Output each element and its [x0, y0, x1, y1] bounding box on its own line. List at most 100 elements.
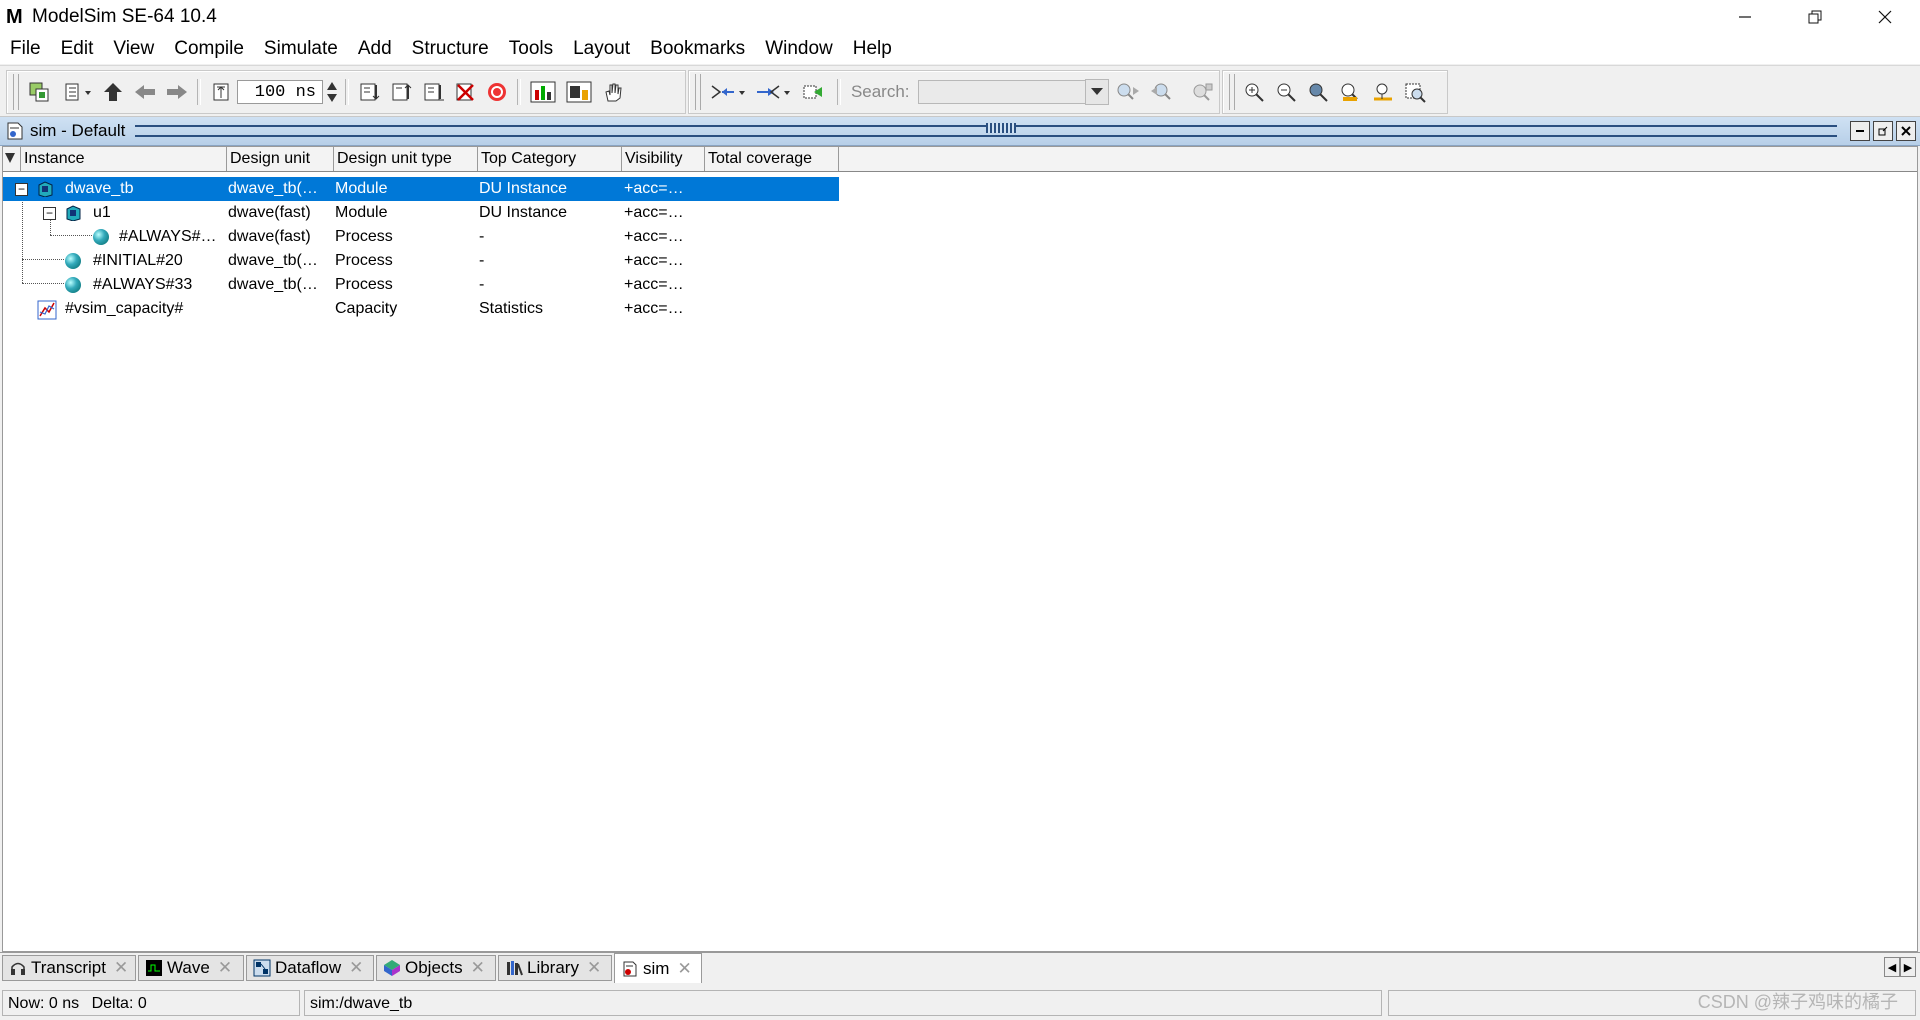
- column-design-unit[interactable]: Design unit: [227, 147, 334, 171]
- run-length-spinner-icon[interactable]: [325, 80, 339, 104]
- table-row[interactable]: − dwave_tb dwave_tb(… Module DU Instance…: [3, 177, 839, 201]
- restart-icon[interactable]: [209, 80, 233, 104]
- zoom-select-icon[interactable]: [1403, 80, 1427, 104]
- toolbar-grip[interactable]: [695, 74, 701, 110]
- menu-bookmarks[interactable]: Bookmarks: [640, 34, 755, 64]
- table-row[interactable]: #ALWAYS#33 dwave_tb(… Process - +acc=…: [3, 273, 839, 297]
- category-cell: -: [479, 228, 485, 245]
- search-dropdown-button[interactable]: [1085, 79, 1109, 105]
- hand-icon[interactable]: [601, 80, 625, 104]
- tab-dataflow[interactable]: Dataflow ✕: [246, 955, 374, 981]
- memory-profile-icon[interactable]: [565, 80, 593, 104]
- search-options-icon[interactable]: [1189, 80, 1215, 104]
- collapse-icon[interactable]: −: [15, 183, 28, 196]
- trace-x-icon[interactable]: [800, 80, 829, 104]
- tab-objects[interactable]: Objects ✕: [376, 955, 496, 981]
- minimize-icon: [1856, 130, 1864, 132]
- tab-wave[interactable]: Wave ✕: [138, 955, 244, 981]
- stop-icon[interactable]: [485, 80, 509, 104]
- menu-window[interactable]: Window: [755, 34, 843, 64]
- title-bar: M ModelSim SE-64 10.4: [0, 0, 1920, 34]
- tab-library[interactable]: Library ✕: [498, 955, 612, 981]
- type-cell: Process: [335, 252, 393, 269]
- menu-compile[interactable]: Compile: [164, 34, 254, 64]
- pane-grip-icon[interactable]: [986, 123, 1017, 133]
- zoom-full-icon[interactable]: [1307, 80, 1331, 104]
- close-icon[interactable]: ✕: [677, 959, 691, 979]
- menu-help[interactable]: Help: [843, 34, 902, 64]
- search-backward-icon[interactable]: [1149, 80, 1175, 104]
- table-row[interactable]: #INITIAL#20 dwave_tb(… Process - +acc=…: [3, 249, 839, 273]
- collapse-icon[interactable]: −: [43, 207, 56, 220]
- minimize-button[interactable]: [1710, 0, 1780, 34]
- menu-file[interactable]: File: [0, 34, 51, 64]
- menu-structure[interactable]: Structure: [402, 34, 499, 64]
- menu-simulate[interactable]: Simulate: [254, 34, 348, 64]
- zoom-cursor-icon[interactable]: [1371, 80, 1395, 104]
- dataflow-icon: [253, 959, 271, 977]
- column-filter-button[interactable]: [3, 147, 21, 171]
- run-length-field[interactable]: 100 ns: [237, 80, 323, 104]
- zoom-out-icon[interactable]: [1275, 80, 1299, 104]
- tab-sim[interactable]: sim ✕: [614, 953, 702, 983]
- trace-output-icon[interactable]: [754, 80, 791, 104]
- toolbar-grip[interactable]: [1229, 74, 1235, 110]
- close-icon[interactable]: ✕: [114, 958, 128, 978]
- instance-name: dwave_tb: [65, 180, 134, 197]
- run-icon[interactable]: [357, 80, 381, 104]
- status-bar: Now: 0 ns Delta: 0 sim:/dwave_tb: [0, 986, 1920, 1020]
- pane-minimize-button[interactable]: [1850, 121, 1870, 141]
- continue-run-icon[interactable]: [389, 80, 413, 104]
- tab-label: Dataflow: [275, 958, 342, 977]
- step-dropdown-icon[interactable]: [59, 80, 93, 104]
- close-button[interactable]: [1850, 0, 1920, 34]
- close-icon[interactable]: ✕: [587, 958, 601, 978]
- menu-add[interactable]: Add: [348, 34, 402, 64]
- scroll-right-icon[interactable]: ▶: [1900, 957, 1916, 977]
- restore-button[interactable]: [1780, 0, 1850, 34]
- watermark: CSDN @辣子鸡味的橘子: [1697, 992, 1898, 1012]
- trace-input-icon[interactable]: [709, 80, 746, 104]
- up-arrow-icon[interactable]: [101, 80, 125, 104]
- break-icon[interactable]: [453, 80, 477, 104]
- run-all-icon[interactable]: [421, 80, 445, 104]
- menu-edit[interactable]: Edit: [51, 34, 104, 64]
- table-row[interactable]: #ALWAYS#… dwave(fast) Process - +acc=…: [3, 225, 839, 249]
- performance-icon[interactable]: [529, 80, 557, 104]
- table-row[interactable]: #vsim_capacity# Capacity Statistics +acc…: [3, 297, 839, 321]
- column-instance[interactable]: Instance: [21, 147, 227, 171]
- tab-label: Wave: [167, 958, 210, 977]
- toolbar-grip[interactable]: [13, 74, 19, 110]
- tab-transcript[interactable]: Transcript ✕: [2, 955, 136, 981]
- menu-tools[interactable]: Tools: [499, 34, 563, 64]
- menu-layout[interactable]: Layout: [563, 34, 640, 64]
- zoom-in-icon[interactable]: [1243, 80, 1267, 104]
- forward-arrow-icon[interactable]: [165, 80, 189, 104]
- pane-drag-handle[interactable]: [135, 123, 1837, 137]
- scroll-left-icon[interactable]: ◀: [1884, 957, 1900, 977]
- close-icon[interactable]: ✕: [218, 958, 232, 978]
- visibility-cell: +acc=…: [624, 252, 684, 269]
- close-icon[interactable]: ✕: [349, 958, 363, 978]
- column-visibility[interactable]: Visibility: [622, 147, 705, 171]
- menu-view[interactable]: View: [103, 34, 164, 64]
- search-input[interactable]: [917, 80, 1087, 104]
- column-header-row: Instance Design unit Design unit type To…: [3, 147, 1917, 172]
- simulation-toolbar-group: 100 ns: [6, 70, 686, 114]
- pane-controls: [1847, 121, 1916, 141]
- column-top-category[interactable]: Top Category: [478, 147, 622, 171]
- column-total-coverage[interactable]: Total coverage: [705, 147, 839, 171]
- zoom-active-icon[interactable]: [1339, 80, 1363, 104]
- back-arrow-icon[interactable]: [133, 80, 157, 104]
- search-forward-icon[interactable]: [1115, 80, 1141, 104]
- visibility-cell: +acc=…: [624, 228, 684, 245]
- table-row[interactable]: − u1 dwave(fast) Module DU Instance +acc…: [3, 201, 839, 225]
- pane-undock-button[interactable]: [1873, 121, 1893, 141]
- column-design-unit-type[interactable]: Design unit type: [334, 147, 478, 171]
- instance-name: #INITIAL#20: [93, 252, 183, 269]
- close-icon[interactable]: ✕: [471, 958, 485, 978]
- instance-name: u1: [93, 204, 111, 221]
- environment-icon[interactable]: [27, 80, 51, 104]
- pane-close-button[interactable]: [1896, 121, 1916, 141]
- chevron-down-icon: [1091, 88, 1104, 95]
